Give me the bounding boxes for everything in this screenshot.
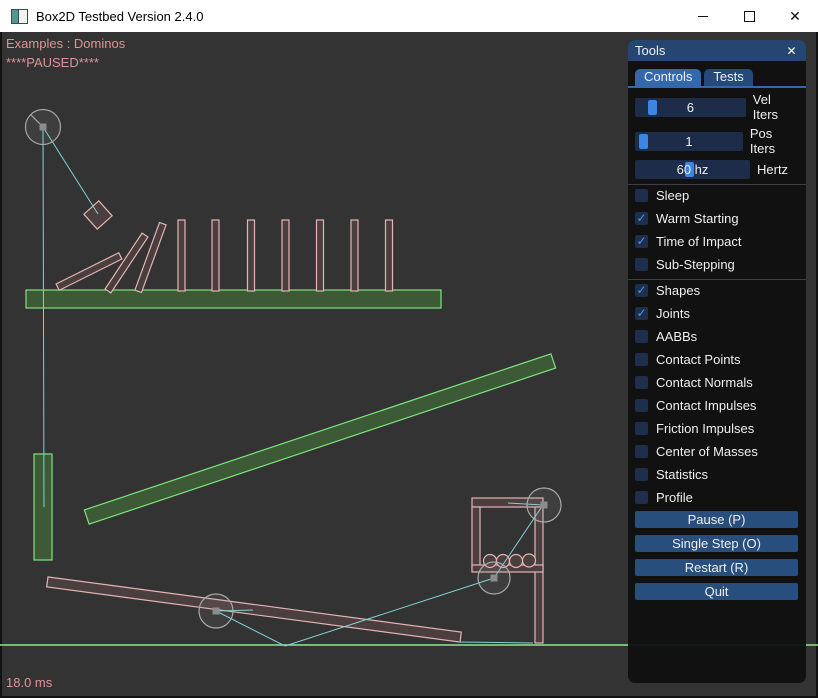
tools-close-button[interactable]: ✕ [784, 44, 799, 58]
pos-iters-slider[interactable]: 1 [635, 132, 743, 151]
vel-iters-slider-grab[interactable] [648, 100, 657, 115]
single-step-button[interactable]: Single Step (O) [635, 535, 798, 552]
frame-right-bar[interactable] [535, 505, 543, 643]
checkbox-sleep[interactable]: Sleep [635, 189, 798, 202]
contact-normals-checkbox[interactable] [635, 376, 648, 389]
marble-4[interactable] [523, 554, 536, 567]
separator-2 [628, 279, 806, 280]
hertz-value: 60 hz [677, 162, 709, 177]
pause-button[interactable]: Pause (P) [635, 511, 798, 528]
button-group: Pause (P) Single Step (O) Restart (R) Qu… [635, 511, 798, 600]
checkbox-aabbs[interactable]: AABBs [635, 330, 798, 343]
sub-stepping-checkbox[interactable] [635, 258, 648, 271]
warm-starting-checkbox[interactable]: ✓ [635, 212, 648, 225]
restart-button[interactable]: Restart (R) [635, 559, 798, 576]
checkbox-profile[interactable]: Profile [635, 491, 798, 504]
statistics-checkbox[interactable] [635, 468, 648, 481]
domino-upright-5[interactable] [317, 220, 324, 291]
anchor-pulley-top [541, 502, 548, 509]
hertz-label: Hertz [757, 162, 788, 177]
vel-iters-slider[interactable]: 6 [635, 98, 746, 117]
vel-iters-label: Vel Iters [753, 92, 798, 122]
tab-controls[interactable]: Controls [635, 69, 701, 86]
domino-upright-3[interactable] [248, 220, 255, 291]
vertical-post [34, 454, 52, 560]
marble-3[interactable] [510, 555, 523, 568]
checkbox-center-of-masses[interactable]: Center of Masses [635, 445, 798, 458]
app-icon [11, 9, 28, 24]
pos-iters-slider-grab[interactable] [639, 134, 648, 149]
domino-upright-1[interactable] [178, 220, 185, 291]
check-icon: ✓ [636, 212, 646, 224]
check-icon: ✓ [636, 235, 646, 247]
contact-points-checkbox[interactable] [635, 353, 648, 366]
paused-label: ****PAUSED**** [6, 55, 99, 70]
tab-bar: Controls Tests [635, 69, 798, 86]
friction-impulses-checkbox[interactable] [635, 422, 648, 435]
checkbox-warm-starting[interactable]: ✓ Warm Starting [635, 212, 798, 225]
window-controls: ✕ [680, 0, 818, 32]
checkbox-joints[interactable]: ✓ Joints [635, 307, 798, 320]
pos-iters-value: 1 [685, 134, 692, 149]
maximize-button[interactable] [726, 0, 772, 32]
domino-upright-2[interactable] [212, 220, 219, 291]
app-window: Box2D Testbed Version 2.4.0 ✕ [0, 0, 818, 698]
vel-iters-value: 6 [687, 100, 694, 115]
tilted-plank[interactable] [47, 577, 462, 642]
titlebar[interactable]: Box2D Testbed Version 2.4.0 ✕ [0, 0, 818, 32]
time-of-impact-checkbox[interactable]: ✓ [635, 235, 648, 248]
tab-tests[interactable]: Tests [704, 69, 752, 86]
domino-upright-6[interactable] [351, 220, 358, 291]
checkbox-shapes[interactable]: ✓ Shapes [635, 284, 798, 297]
minimize-icon [698, 16, 708, 17]
minimize-button[interactable] [680, 0, 726, 32]
checkbox-friction-impulses[interactable]: Friction Impulses [635, 422, 798, 435]
slider-row-hertz: 60 hz Hertz [635, 160, 798, 179]
tumbling-box[interactable] [84, 201, 112, 229]
close-button[interactable]: ✕ [772, 0, 818, 32]
slider-row-vel-iters: 6 Vel Iters [635, 92, 798, 122]
checkbox-contact-points[interactable]: Contact Points [635, 353, 798, 366]
anchor-pendulum [40, 124, 47, 131]
joint-line-plank-frame [458, 642, 533, 643]
anchor-pulley-bottom [491, 575, 498, 582]
tab-underline [628, 86, 806, 88]
domino-platform [26, 290, 441, 308]
check-icon: ✓ [636, 284, 646, 296]
sleep-checkbox[interactable] [635, 189, 648, 202]
checkbox-contact-impulses[interactable]: Contact Impulses [635, 399, 798, 412]
tools-panel-titlebar[interactable]: Tools ✕ [628, 40, 806, 61]
tools-panel-body: Controls Tests 6 Vel Iters 1 Pos Iters [628, 61, 806, 600]
quit-button[interactable]: Quit [635, 583, 798, 600]
frame-time-label: 18.0 ms [6, 675, 52, 690]
checkbox-sub-stepping[interactable]: Sub-Stepping [635, 258, 798, 271]
checkbox-time-of-impact[interactable]: ✓ Time of Impact [635, 235, 798, 248]
center-of-masses-checkbox[interactable] [635, 445, 648, 458]
checkbox-statistics[interactable]: Statistics [635, 468, 798, 481]
example-label: Examples : Dominos [6, 36, 125, 51]
anchor-roller [213, 608, 220, 615]
hertz-slider[interactable]: 60 hz [635, 160, 750, 179]
contact-impulses-checkbox[interactable] [635, 399, 648, 412]
domino-upright-4[interactable] [282, 220, 289, 291]
close-icon: ✕ [789, 9, 801, 23]
tools-panel: Tools ✕ Controls Tests 6 Vel Iters 1 [628, 40, 806, 683]
frame-left-bar[interactable] [472, 507, 480, 570]
check-icon: ✓ [636, 307, 646, 319]
joint-line-ground-pulley [285, 578, 494, 646]
pos-iters-label: Pos Iters [750, 126, 798, 156]
profile-checkbox[interactable] [635, 491, 648, 504]
shapes-checkbox[interactable]: ✓ [635, 284, 648, 297]
checkbox-contact-normals[interactable]: Contact Normals [635, 376, 798, 389]
domino-fallen-3[interactable] [135, 222, 166, 292]
maximize-icon [744, 11, 755, 22]
separator-1 [628, 184, 806, 185]
slider-row-pos-iters: 1 Pos Iters [635, 126, 798, 156]
window-title: Box2D Testbed Version 2.4.0 [36, 9, 203, 24]
aabbs-checkbox[interactable] [635, 330, 648, 343]
tools-panel-title: Tools [635, 43, 784, 58]
joints-checkbox[interactable]: ✓ [635, 307, 648, 320]
domino-upright-7[interactable] [386, 220, 393, 291]
joint-line-pendulum-post [43, 127, 44, 507]
